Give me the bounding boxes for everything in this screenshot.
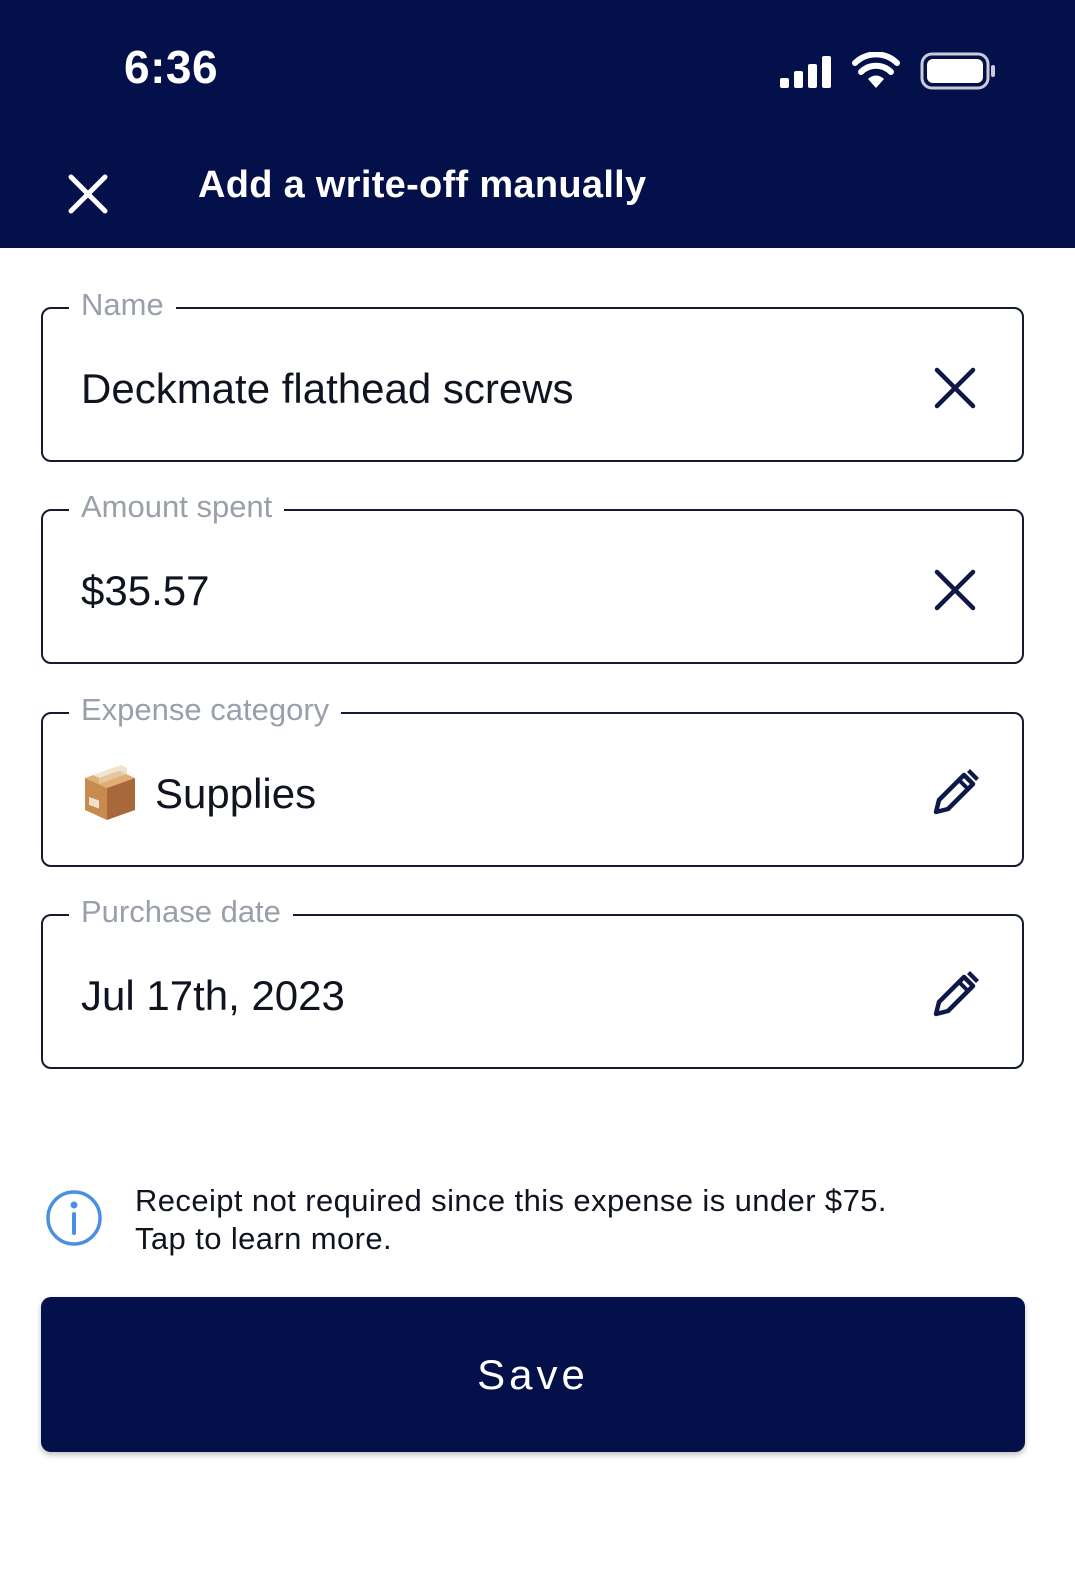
package-box-icon <box>85 765 135 820</box>
pencil-icon <box>933 971 979 1017</box>
purchase-date-label: Purchase date <box>69 892 293 932</box>
save-button[interactable]: Save <box>41 1297 1025 1452</box>
clear-icon <box>934 569 976 611</box>
clear-icon <box>934 367 976 409</box>
pencil-icon <box>933 769 979 815</box>
status-icons <box>778 48 998 94</box>
edit-category-button[interactable] <box>928 766 982 820</box>
page-title: Add a write-off manually <box>198 164 647 206</box>
purchase-date-value: Jul 17th, 2023 <box>81 972 345 1019</box>
app-header: 6:36 Add a write-off manually <box>0 0 1075 248</box>
close-button[interactable] <box>60 166 116 222</box>
name-field[interactable]: Name Deckmate flathead screws <box>41 285 1024 462</box>
battery-icon <box>920 52 995 90</box>
wifi-icon <box>852 52 900 88</box>
amount-label: Amount spent <box>69 487 285 527</box>
receipt-info-line2: Tap to learn more. <box>135 1221 393 1256</box>
clear-amount-button[interactable] <box>928 563 982 617</box>
receipt-info-line1: Receipt not required since this expense … <box>135 1183 887 1218</box>
purchase-date-field[interactable]: Purchase date Jul 17th, 2023 <box>41 892 1024 1069</box>
close-icon <box>68 174 108 214</box>
receipt-info-text: Receipt not required since this expense … <box>135 1182 1015 1258</box>
cellular-signal-icon <box>780 56 831 88</box>
receipt-info-link[interactable]: Receipt not required since this expense … <box>44 1180 1024 1260</box>
category-label: Expense category <box>69 690 342 730</box>
status-time: 6:36 <box>124 41 219 93</box>
info-icon <box>46 1190 102 1246</box>
clear-name-button[interactable] <box>928 361 982 415</box>
category-field[interactable]: Expense category Supplies <box>41 690 1024 867</box>
name-label: Name <box>69 285 176 325</box>
name-input[interactable]: Deckmate flathead screws <box>81 363 574 415</box>
category-value: Supplies <box>155 770 317 817</box>
amount-input[interactable]: $35.57 <box>81 565 209 617</box>
amount-field[interactable]: Amount spent $35.57 <box>41 487 1024 664</box>
edit-date-button[interactable] <box>928 968 982 1022</box>
